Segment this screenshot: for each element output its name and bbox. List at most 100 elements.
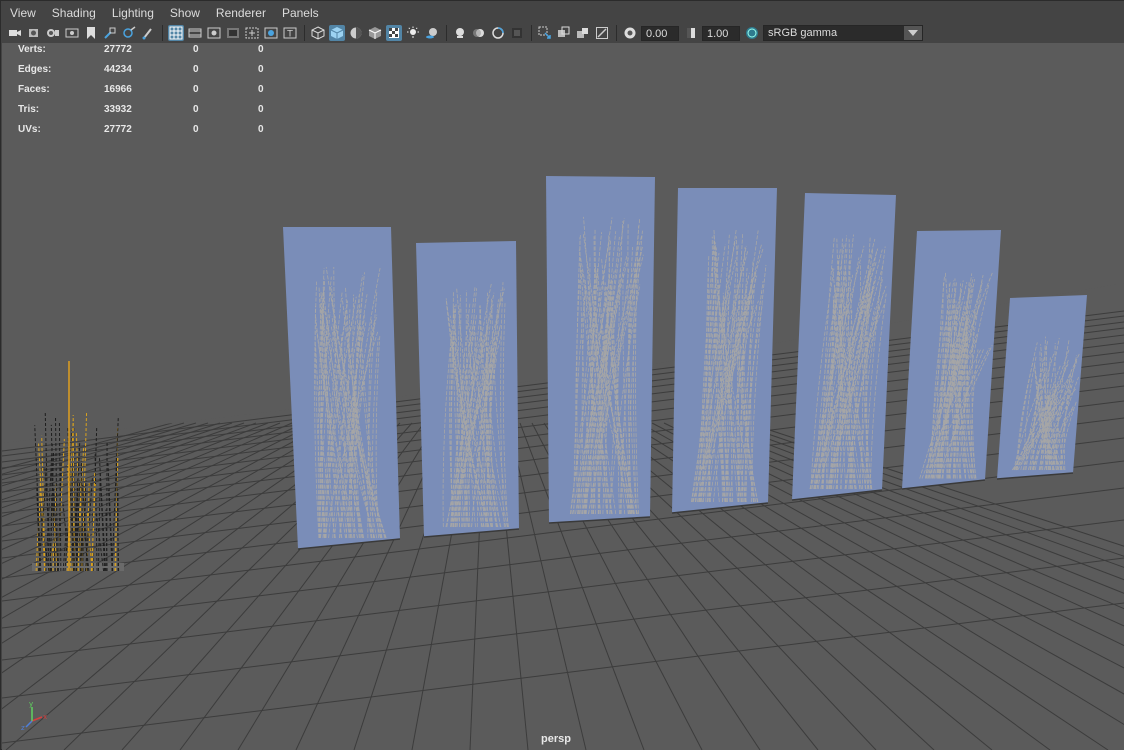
film-gate-icon[interactable]: [187, 25, 203, 41]
chevron-down-icon: [904, 26, 922, 40]
menu-renderer[interactable]: Renderer: [209, 6, 273, 20]
wireframe-icon[interactable]: [310, 25, 326, 41]
menu-show[interactable]: Show: [163, 6, 207, 20]
menu-shading[interactable]: Shading: [45, 6, 103, 20]
hair-card: [791, 193, 896, 501]
isolate-select-icon[interactable]: [537, 25, 553, 41]
gamma-field[interactable]: 1.00: [702, 25, 740, 41]
hud-value: 0: [258, 124, 264, 135]
hud-value: 0: [258, 84, 264, 95]
exposure-icon[interactable]: [622, 25, 638, 41]
toolbar-separator: [162, 25, 163, 41]
field-chart-icon[interactable]: [244, 25, 260, 41]
xray-joints-icon[interactable]: [594, 25, 610, 41]
shadows-icon[interactable]: [424, 25, 440, 41]
gamma-icon[interactable]: [683, 25, 699, 41]
grass-strand: [82, 484, 89, 572]
3d-viewport[interactable]: Verts: 27772 0 0 Edges: 44234 0 0 Faces:…: [2, 43, 1124, 750]
axis-x-line: [31, 716, 43, 722]
hud-value: 0: [193, 44, 199, 55]
hud-value: 0: [193, 84, 199, 95]
menu-lighting[interactable]: Lighting: [105, 6, 161, 20]
maya-viewport-panel: View Shading Lighting Show Renderer Pane…: [0, 0, 1124, 750]
color-management-icon[interactable]: [744, 25, 760, 41]
grass-strand: [71, 512, 76, 572]
use-default-material-icon[interactable]: [348, 25, 364, 41]
depth-of-field-icon[interactable]: [509, 25, 525, 41]
image-plane-icon[interactable]: [64, 25, 80, 41]
axis-y-label: y: [29, 700, 33, 708]
hud-row-verts: Verts: 27772 0 0: [18, 44, 288, 64]
view-transform-value: sRGB gamma: [768, 27, 838, 39]
hud-value: 0: [258, 64, 264, 75]
scene-canvas[interactable]: [2, 43, 1124, 750]
hud-label: Verts:: [18, 44, 46, 55]
toolbar-separator: [446, 25, 447, 41]
svg-text:T: T: [286, 30, 293, 40]
use-all-lights-icon[interactable]: [405, 25, 421, 41]
gate-mask-icon[interactable]: [225, 25, 241, 41]
hud-value: 0: [193, 64, 199, 75]
hud-value: 0: [193, 124, 199, 135]
grid-toggle-icon[interactable]: [168, 25, 184, 41]
toolbar-separator: [531, 25, 532, 41]
camera-name-label: persp: [541, 733, 571, 745]
hud-row-edges: Edges: 44234 0 0: [18, 64, 288, 84]
hair-card: [996, 295, 1087, 480]
hud-value: 16966: [104, 84, 132, 95]
textured-icon[interactable]: [386, 25, 402, 41]
hud-value: 27772: [104, 44, 132, 55]
xray-icon[interactable]: [556, 25, 572, 41]
resolution-gate-icon[interactable]: [206, 25, 222, 41]
grass-strand: [58, 422, 62, 572]
hair-card-plane: [672, 188, 777, 513]
grease-pencil-icon[interactable]: [121, 25, 137, 41]
hair-card: [416, 241, 520, 538]
hud-value: 33932: [104, 104, 132, 115]
camera-attributes-icon[interactable]: [26, 25, 42, 41]
view-axis-gizmo: x y z: [21, 700, 47, 731]
menu-view[interactable]: View: [3, 6, 43, 20]
hud-value: 0: [258, 104, 264, 115]
hair-card: [283, 227, 401, 550]
axis-z-line: [25, 720, 33, 728]
grid-line: [2, 422, 341, 619]
panel-menubar: View Shading Lighting Show Renderer Pane…: [1, 1, 1124, 25]
hair-card: [546, 176, 655, 524]
xray-active-components-icon[interactable]: [575, 25, 591, 41]
toolbar-separator: [304, 25, 305, 41]
hair-card: [671, 188, 777, 514]
grass-strand: [97, 471, 101, 572]
smooth-shade-icon[interactable]: [329, 25, 345, 41]
paint-brush-icon[interactable]: [140, 25, 156, 41]
motion-blur-icon[interactable]: [471, 25, 487, 41]
menu-panels[interactable]: Panels: [275, 6, 326, 20]
hud-row-faces: Faces: 16966 0 0: [18, 84, 288, 104]
axis-z-label: z: [21, 724, 25, 731]
panel-toolbar: T 0.00 1.00 sRGB gamma: [1, 23, 1124, 43]
poly-count-hud: Verts: 27772 0 0 Edges: 44234 0 0 Faces:…: [18, 44, 288, 144]
camera-film-icon[interactable]: [45, 25, 61, 41]
select-camera-icon[interactable]: [7, 25, 23, 41]
screen-space-ao-icon[interactable]: [452, 25, 468, 41]
wireframe-on-shaded-icon[interactable]: [367, 25, 383, 41]
safe-title-icon[interactable]: T: [282, 25, 298, 41]
hud-row-uvs: UVs: 27772 0 0: [18, 124, 288, 144]
bookmark-icon[interactable]: [83, 25, 99, 41]
hud-value: 27772: [104, 124, 132, 135]
hud-row-tris: Tris: 33932 0 0: [18, 104, 288, 124]
hud-value: 44234: [104, 64, 132, 75]
grid-line: [2, 519, 1124, 661]
hud-label: UVs:: [18, 124, 41, 135]
view-transform-dropdown[interactable]: sRGB gamma: [763, 25, 923, 41]
hud-value: 0: [258, 44, 264, 55]
2d-pan-zoom-icon[interactable]: [102, 25, 118, 41]
grid-line: [2, 557, 1124, 699]
exposure-field[interactable]: 0.00: [641, 25, 679, 41]
hud-label: Tris:: [18, 104, 40, 115]
axis-x-label: x: [43, 713, 47, 721]
toolbar-separator: [616, 25, 617, 41]
safe-action-icon[interactable]: [263, 25, 279, 41]
anti-aliasing-icon[interactable]: [490, 25, 506, 41]
hud-label: Edges:: [18, 64, 52, 75]
